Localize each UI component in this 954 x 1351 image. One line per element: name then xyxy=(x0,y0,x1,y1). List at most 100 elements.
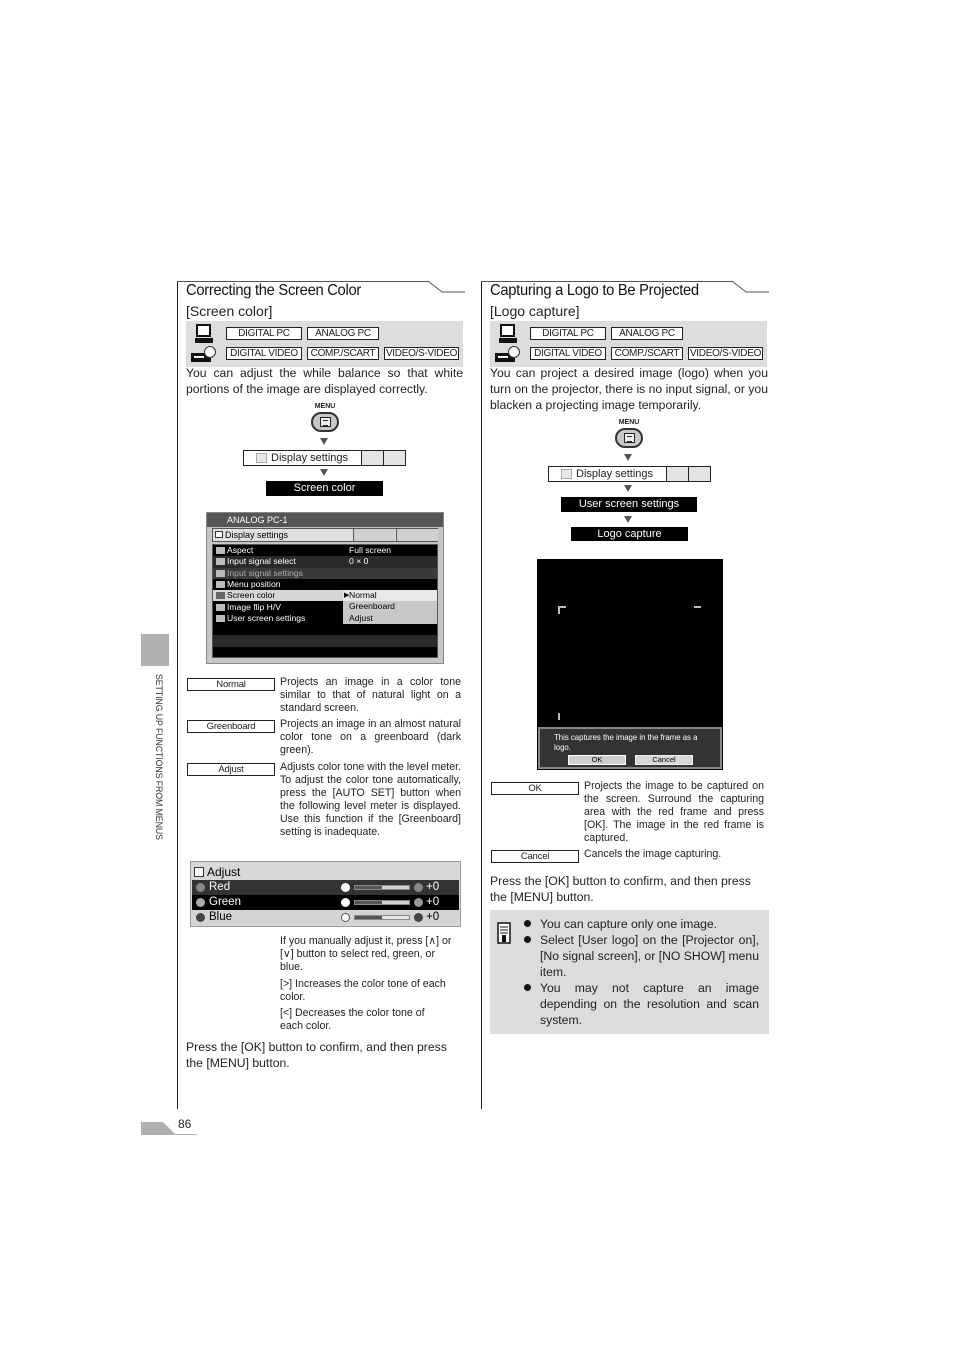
display-settings-icon xyxy=(561,469,572,479)
bullet-icon xyxy=(524,936,531,943)
option-key-adjust: Adjust xyxy=(187,763,275,776)
right-input-sources: DIGITAL PC ANALOG PC DIGITAL VIDEO COMP.… xyxy=(490,321,767,367)
blue-level-bar xyxy=(354,915,410,920)
source-tag-digital-pc: DIGITAL PC xyxy=(530,327,606,340)
chapter-tab xyxy=(141,634,169,666)
source-tag-comp-scart: COMP./SCART xyxy=(307,347,379,360)
right-footer-text: Press the [OK] button to confirm, and th… xyxy=(490,874,751,904)
arrow-down-icon xyxy=(624,516,632,523)
adjust-note-decrease: [<] Decreases the color tone of each col… xyxy=(280,1007,425,1032)
source-tag-digital-video: DIGITAL VIDEO xyxy=(530,347,606,360)
menu-button-icon xyxy=(311,412,339,432)
capture-ok-button[interactable]: OK xyxy=(568,755,626,765)
osd-source-title: ANALOG PC-1 xyxy=(227,515,288,525)
capture-cancel-button[interactable]: Cancel xyxy=(635,755,693,765)
menu-button-icon xyxy=(615,428,643,448)
osd-row-image-flip: Image flip H/V xyxy=(213,602,343,613)
red-dot-icon xyxy=(196,883,205,892)
osd-screen-color-dropdown: ▶ Normal Greenboard Adjust xyxy=(343,590,437,625)
green-dot-icon xyxy=(196,898,205,907)
user-screen-settings-label: User screen settings xyxy=(561,497,697,512)
pc-icon xyxy=(499,324,517,343)
right-section-subtitle: [Logo capture] xyxy=(490,303,580,319)
adjust-level-panel: Adjust Red +0 Green +0 Blue +0 xyxy=(190,861,461,927)
logo-capture-label: Logo capture xyxy=(571,527,688,541)
option-desc-adjust: Adjusts color tone with the level meter.… xyxy=(280,761,461,838)
osd-row-input-signal-select: Input signal select 0 × 0 xyxy=(213,556,437,568)
bullet-icon xyxy=(524,984,531,991)
menu-button-label: MENU xyxy=(618,419,640,426)
option-key-ok: OK xyxy=(491,782,579,795)
osd-option-greenboard: Greenboard xyxy=(349,601,395,612)
right-title-notch xyxy=(732,280,769,293)
option-desc-greenboard: Projects an image in an almost natural c… xyxy=(280,718,461,756)
osd-header-label: Display settings xyxy=(225,530,289,540)
source-tag-video-s-video: VIDEO/S-VIDEO xyxy=(688,347,763,360)
osd-row-aspect: Aspect Full screen xyxy=(213,545,437,556)
right-column-rule xyxy=(481,281,482,1109)
adjust-note-increase: [>] Increases the color tone of each col… xyxy=(280,978,446,1003)
option-key-greenboard: Greenboard xyxy=(187,720,275,733)
adjust-row-blue: Blue +0 xyxy=(192,910,459,925)
osd-header: Display settings xyxy=(212,528,438,542)
blue-dot-icon xyxy=(196,913,205,922)
page-number: 86 xyxy=(178,1117,192,1131)
tab-projector-icon xyxy=(383,451,405,465)
tab-projector-icon xyxy=(688,467,710,481)
capture-dialog-message: This captures the image in the frame as … xyxy=(554,733,698,752)
option-key-normal: Normal xyxy=(187,678,275,691)
display-settings-icon xyxy=(256,453,267,463)
menu-button-label: MENU xyxy=(314,403,336,410)
display-settings-label: Display settings xyxy=(271,452,349,464)
left-intro-text: You can adjust the while balance so that… xyxy=(186,366,463,396)
adjust-panel-title: Adjust xyxy=(194,865,240,879)
osd-option-adjust: Adjust xyxy=(349,612,373,623)
osd-row-empty xyxy=(213,635,437,647)
left-title-notch xyxy=(428,280,465,293)
video-device-icon xyxy=(191,346,216,362)
source-tag-comp-scart: COMP./SCART xyxy=(611,347,683,360)
video-device-icon xyxy=(495,346,520,362)
option-desc-ok: Projects the image to be captured on the… xyxy=(584,780,764,844)
display-settings-label: Display settings xyxy=(576,468,654,480)
osd-row-input-signal-settings: Input signal settings xyxy=(213,567,437,579)
memo-icon xyxy=(497,922,511,944)
capture-frame-corner-tl xyxy=(558,606,566,614)
source-tag-digital-pc: DIGITAL PC xyxy=(226,327,302,340)
red-level-bar xyxy=(354,885,410,890)
right-section-title: Capturing a Logo to Be Projected xyxy=(490,282,699,299)
right-intro-text: You can project a desired image (logo) w… xyxy=(490,366,768,412)
osd-tab-projector-icon xyxy=(396,529,438,541)
source-tag-analog-pc: ANALOG PC xyxy=(307,327,379,340)
left-column-rule xyxy=(177,281,178,1109)
osd-tab-settings-icon xyxy=(353,529,395,541)
display-settings-tab: Display settings xyxy=(243,450,406,466)
osd-option-normal: ▶ Normal xyxy=(343,590,437,602)
source-tag-digital-video: DIGITAL VIDEO xyxy=(226,347,302,360)
bullet-icon xyxy=(524,920,531,927)
source-tag-analog-pc: ANALOG PC xyxy=(611,327,683,340)
chapter-side-label: SETTING UP FUNCTIONS FROM MENUS xyxy=(154,674,164,840)
arrow-down-icon xyxy=(624,485,632,492)
osd-row-menu-position: Menu position xyxy=(213,579,437,590)
capture-frame-corner-tr xyxy=(694,606,701,614)
display-settings-tab: Display settings xyxy=(548,466,711,482)
arrow-down-icon xyxy=(624,454,632,461)
capture-frame-corner-bl xyxy=(558,713,566,720)
osd-menu-list: Aspect Full screen Input signal select 0 ×… xyxy=(212,544,438,658)
logo-capture-screen: This captures the image in the frame as … xyxy=(537,559,723,770)
note-box: You can capture only one image. Select [… xyxy=(490,910,769,1034)
option-key-cancel: Cancel xyxy=(491,850,579,863)
screen-color-menu-label: Screen color xyxy=(266,481,383,496)
adjust-row-green: Green +0 xyxy=(192,895,459,910)
osd-display-settings-screen: ANALOG PC-1 Display settings Aspect Full … xyxy=(206,512,444,664)
osd-row-screen-color: Screen color xyxy=(213,590,343,602)
osd-row-user-screen-settings: User screen settings xyxy=(213,613,343,624)
adjust-note-manual: If you manually adjust it, press [∧] or … xyxy=(280,935,452,973)
option-desc-cancel: Cancels the image capturing. xyxy=(584,848,722,860)
left-input-sources: DIGITAL PC ANALOG PC DIGITAL VIDEO COMP.… xyxy=(186,321,463,367)
green-level-bar xyxy=(354,900,410,905)
logo-capture-dialog: This captures the image in the frame as … xyxy=(538,727,722,769)
pc-icon xyxy=(195,324,213,343)
note-item-one-image: You can capture only one image. xyxy=(540,917,718,931)
